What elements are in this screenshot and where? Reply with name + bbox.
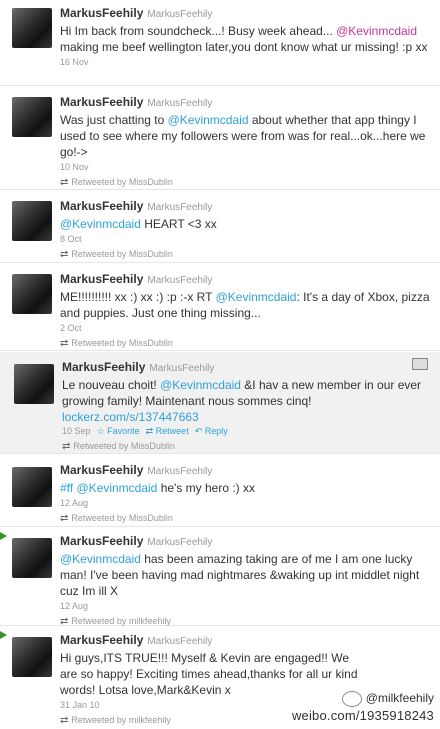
favorite-button[interactable]: ☆ Favorite <box>97 426 140 436</box>
tweet-date[interactable]: 12 Aug <box>60 600 432 613</box>
author-handle[interactable]: MarkusFeehily <box>147 202 212 213</box>
tweet-2: MarkusFeehily MarkusFeehily Was just chat… <box>0 87 440 190</box>
retweet-icon: ⇄ <box>60 249 69 260</box>
author-handle[interactable]: MarkusFeehily <box>149 363 214 374</box>
tweet-6: MarkusFeehily MarkusFeehily #ff @Kevinmcd… <box>0 455 440 527</box>
leaf-icon <box>0 532 7 540</box>
tweet-date[interactable]: 16 Nov <box>60 56 432 69</box>
retweet-icon: ⇄ <box>62 441 71 452</box>
tweet-actions: 10 Sep ☆ Favorite ⇄ Retweet ↶ Reply <box>62 425 432 438</box>
tweet-text: @Kevinmcdaid HEART <3 xx <box>60 217 217 231</box>
avatar[interactable] <box>12 538 52 578</box>
author-handle[interactable]: MarkusFeehily <box>147 9 212 20</box>
author-name[interactable]: MarkusFeehily <box>60 463 143 477</box>
mention-link[interactable]: @Kevinmcdaid <box>76 481 157 495</box>
tweet-date[interactable]: 2 Oct <box>60 322 432 335</box>
author-handle[interactable]: MarkusFeehily <box>147 466 212 477</box>
mention-link[interactable]: @Kevinmcdaid <box>60 552 141 566</box>
weibo-logo-icon <box>341 691 362 707</box>
tweet-3: MarkusFeehily MarkusFeehily @Kevinmcdaid … <box>0 191 440 263</box>
tweet-5: MarkusFeehily MarkusFeehily Le nouveau ch… <box>0 352 440 454</box>
retweet-info: ⇄ Retweeted by MissDublin <box>62 441 175 452</box>
reply-button[interactable]: ↶ Reply <box>195 426 228 436</box>
retweet-icon: ⇄ <box>60 513 69 524</box>
avatar[interactable] <box>12 274 52 314</box>
tweet-text: #ff @Kevinmcdaid he's my hero :) xx <box>60 481 256 495</box>
tweet-text: Le nouveau choit! @Kevinmcdaid &I hav a … <box>62 378 422 424</box>
author-name[interactable]: MarkusFeehily <box>60 272 143 286</box>
tweet-text: ME!!!!!!!!!! xx :) xx :) :p :-x RT @Kevi… <box>60 290 430 320</box>
leaf-icon <box>0 631 7 639</box>
retweet-icon: ⇄ <box>60 338 69 349</box>
avatar[interactable] <box>12 97 52 137</box>
avatar[interactable] <box>12 467 52 507</box>
mention-link[interactable]: @Kevinmcdaid <box>216 290 297 304</box>
tweet-text: Was just chatting to @Kevinmcdaid about … <box>60 113 426 159</box>
author-name[interactable]: MarkusFeehily <box>60 199 143 213</box>
retweet-button[interactable]: ⇄ Retweet <box>146 426 189 436</box>
tweet-text: @Kevinmcdaid has been amazing taking are… <box>60 552 420 598</box>
retweet-icon: ⇄ <box>60 715 69 726</box>
tweet-date[interactable]: 10 Nov <box>60 161 432 174</box>
mention-link[interactable]: @Kevinmcdaid <box>160 378 241 392</box>
tweet-date[interactable]: 12 Aug <box>60 497 432 510</box>
watermark-url: weibo.com/1935918243 <box>291 708 434 723</box>
tweet-4: MarkusFeehily MarkusFeehily ME!!!!!!!!!! … <box>0 264 440 351</box>
retweet-info: ⇄ Retweeted by MissDublin <box>60 338 173 349</box>
avatar[interactable] <box>12 8 52 48</box>
tweet-text: Hi Im back from soundcheck...! Busy week… <box>60 24 428 54</box>
retweet-info: ⇄ Retweeted by MissDublin <box>60 177 173 188</box>
author-name[interactable]: MarkusFeehily <box>60 95 143 109</box>
avatar[interactable] <box>12 201 52 241</box>
tweet-date[interactable]: 10 Sep <box>62 426 91 436</box>
author-name[interactable]: MarkusFeehily <box>60 534 143 548</box>
avatar[interactable] <box>14 364 54 404</box>
tweet-7: MarkusFeehily MarkusFeehily @Kevinmcdaid … <box>0 528 440 627</box>
retweet-icon: ⇄ <box>60 177 69 188</box>
tweet-1: MarkusFeehily MarkusFeehily Hi Im back fr… <box>0 0 440 86</box>
retweet-info: ⇄ Retweeted by MissDublin <box>60 249 173 260</box>
author-handle[interactable]: MarkusFeehily <box>147 98 212 109</box>
tweet-date[interactable]: 8 Oct <box>60 233 432 246</box>
url-link[interactable]: lockerz.com/s/137447663 <box>62 410 199 424</box>
hashtag-link[interactable]: #ff <box>60 481 73 495</box>
author-name[interactable]: MarkusFeehily <box>60 6 143 20</box>
mention-link[interactable]: @Kevinmcdaid <box>168 113 249 127</box>
mention-link[interactable]: @Kevinmcdaid <box>336 24 417 38</box>
author-handle[interactable]: MarkusFeehily <box>147 275 212 286</box>
author-handle[interactable]: MarkusFeehily <box>147 537 212 548</box>
avatar[interactable] <box>12 637 52 677</box>
author-name[interactable]: MarkusFeehily <box>62 360 145 374</box>
author-name[interactable]: MarkusFeehily <box>60 633 143 647</box>
watermark-user: @milkfeehily <box>341 691 434 707</box>
mention-link[interactable]: @Kevinmcdaid <box>60 217 141 231</box>
retweet-info: ⇄ Retweeted by MissDublin <box>60 513 173 524</box>
author-handle[interactable]: MarkusFeehily <box>147 636 212 647</box>
